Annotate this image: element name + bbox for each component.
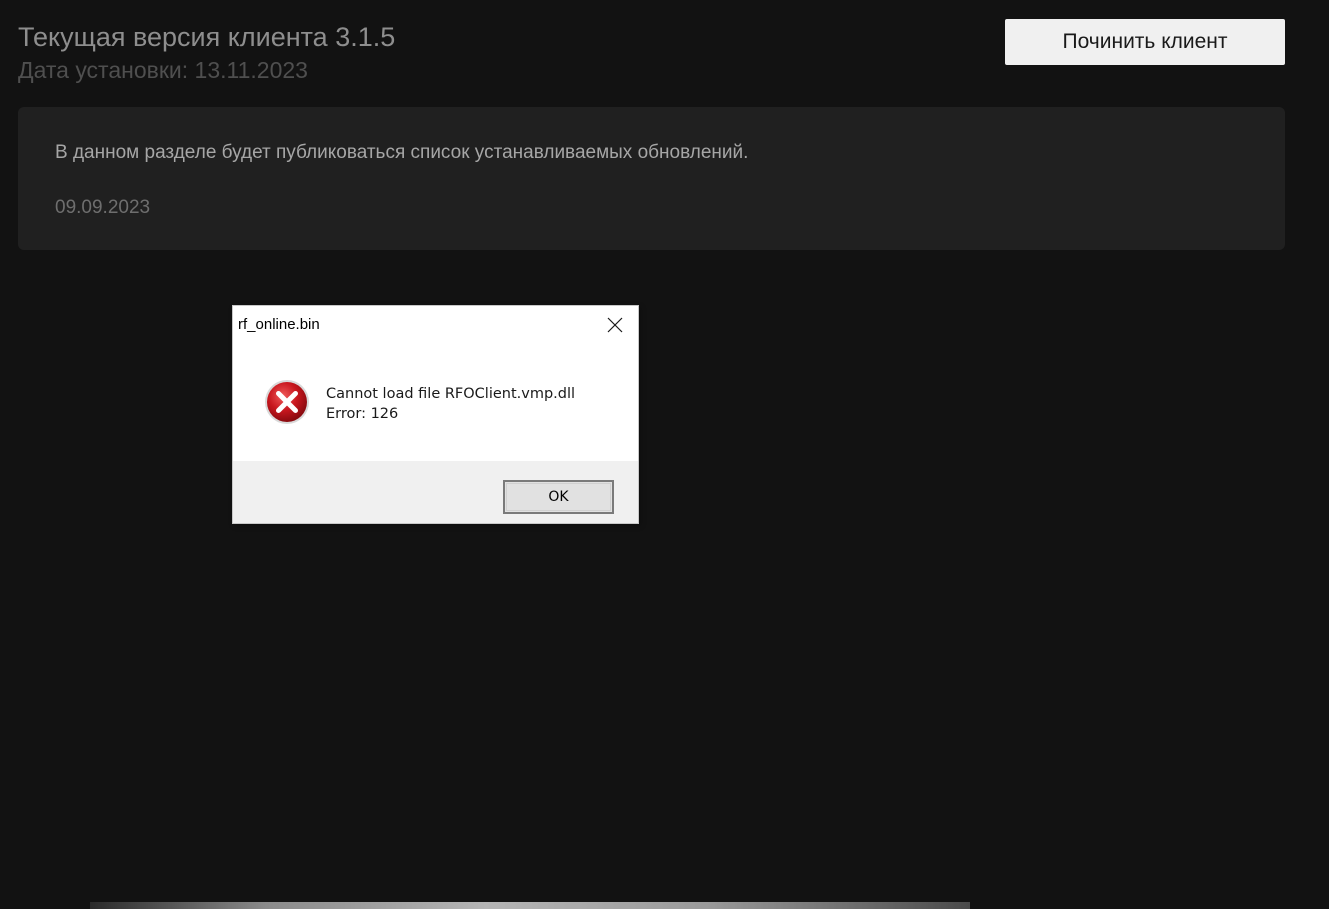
client-version-title: Текущая версия клиента 3.1.5: [18, 22, 396, 52]
error-message: Cannot load file RFOClient.vmp.dll Error…: [326, 384, 575, 424]
dialog-footer: OK: [233, 461, 638, 523]
error-code-line: Error: 126: [326, 406, 399, 422]
repair-client-button[interactable]: Починить клиент: [1005, 19, 1285, 65]
dialog-body: Cannot load file RFOClient.vmp.dll Error…: [233, 344, 638, 461]
updates-panel: В данном разделе будет публиковаться спи…: [18, 107, 1285, 250]
dialog-titlebar[interactable]: rf_online.bin: [233, 306, 638, 344]
launcher-window: Текущая версия клиента 3.1.5 Дата устано…: [0, 0, 1329, 909]
error-icon: [265, 380, 309, 424]
updates-description: В данном разделе будет публиковаться спи…: [55, 142, 749, 163]
install-date: Дата установки: 13.11.2023: [18, 57, 308, 83]
dialog-title: rf_online.bin: [238, 316, 320, 333]
error-dialog: rf_online.bin Cannot load file RFOClient…: [233, 306, 638, 523]
background-image-strip: [90, 902, 970, 909]
ok-button[interactable]: OK: [503, 480, 614, 514]
updates-date: 09.09.2023: [55, 197, 151, 218]
dialog-close-button[interactable]: [592, 306, 638, 344]
close-icon: [607, 317, 623, 333]
error-message-line: Cannot load file RFOClient.vmp.dll: [326, 386, 576, 402]
